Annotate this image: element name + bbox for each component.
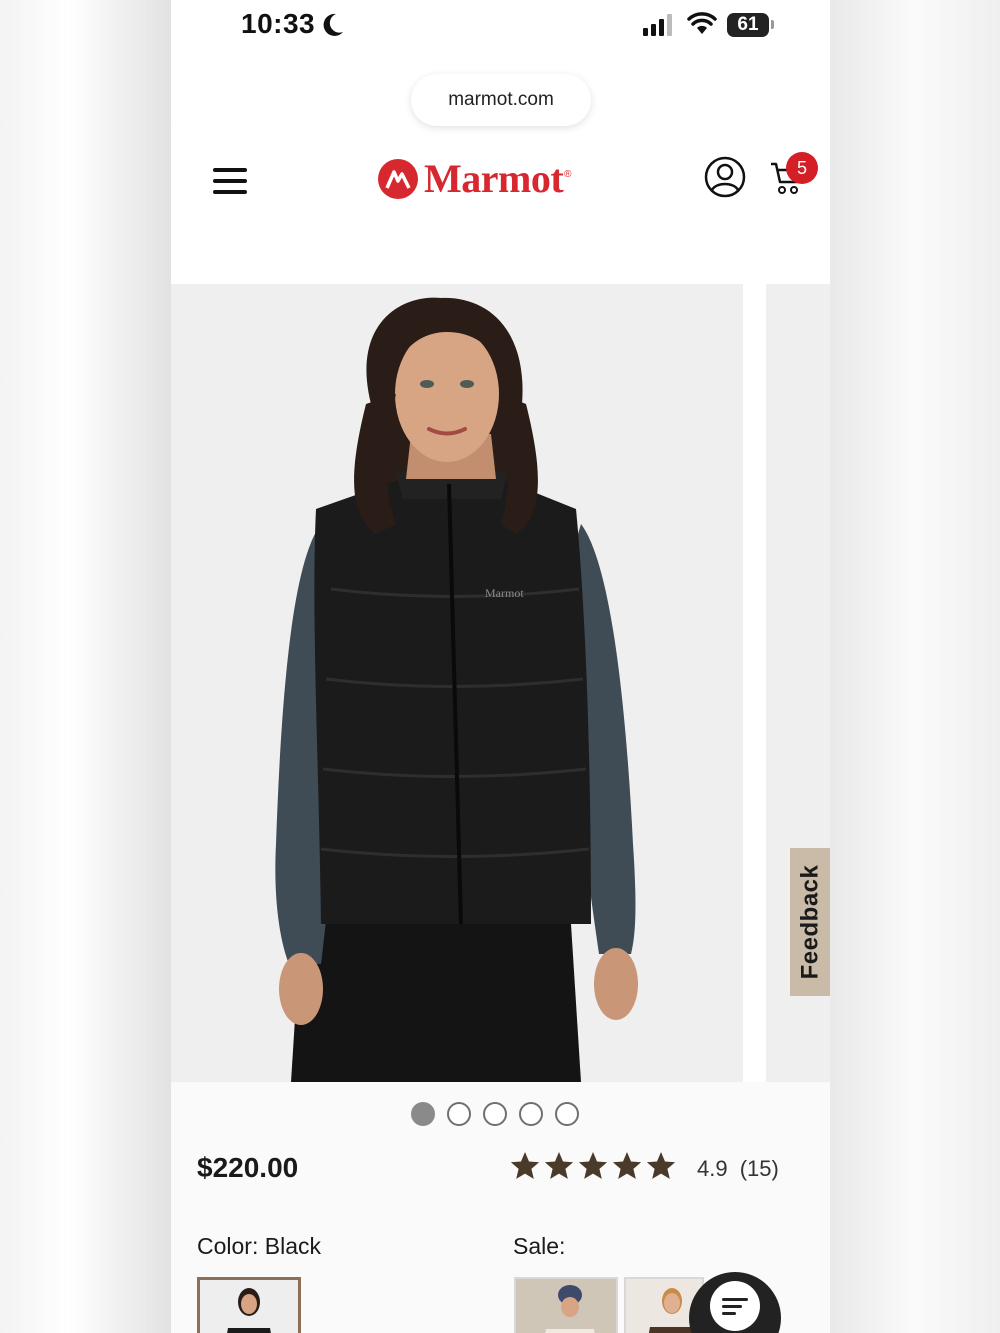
review-count: (15) bbox=[739, 1156, 779, 1181]
phone-screen: 10:33 61 marmot.com Marmot ® 5 Marmot Fe… bbox=[171, 0, 830, 1333]
moon-icon bbox=[323, 13, 343, 36]
product-photo: Marmot bbox=[171, 284, 743, 1082]
star-icon bbox=[578, 1152, 608, 1179]
status-time: 10:33 bbox=[241, 8, 316, 39]
background-left bbox=[0, 0, 171, 1333]
carousel-dot-3[interactable] bbox=[483, 1102, 507, 1126]
marmot-mark-icon bbox=[378, 158, 418, 199]
star-icon bbox=[510, 1152, 540, 1179]
product-image[interactable]: Marmot bbox=[171, 284, 743, 1082]
feedback-label: Feedback bbox=[796, 864, 823, 980]
sale-label: Sale: bbox=[513, 1233, 566, 1259]
carousel-dot-5[interactable] bbox=[555, 1102, 579, 1126]
carousel-dot-2[interactable] bbox=[447, 1102, 471, 1126]
wifi-icon bbox=[687, 12, 717, 34]
feedback-tab[interactable]: Feedback bbox=[790, 848, 830, 996]
star-rating[interactable] bbox=[509, 1150, 677, 1182]
battery-icon: 61 bbox=[727, 13, 769, 37]
sale-swatch-1[interactable] bbox=[514, 1277, 618, 1333]
carousel-dot-4[interactable] bbox=[519, 1102, 543, 1126]
registered-mark: ® bbox=[564, 169, 572, 180]
carousel-dot-1[interactable] bbox=[411, 1102, 435, 1126]
color-swatch-black[interactable] bbox=[197, 1277, 301, 1333]
signal-icon bbox=[643, 14, 672, 36]
rating-value: 4.9 bbox=[697, 1156, 728, 1181]
vest-logo-text: Marmot bbox=[485, 586, 524, 600]
address-bar[interactable]: marmot.com bbox=[411, 74, 591, 126]
brand-name: Marmot bbox=[424, 156, 564, 201]
menu-icon[interactable] bbox=[213, 167, 247, 195]
carousel-dots bbox=[411, 1102, 579, 1126]
background-right bbox=[830, 0, 1000, 1333]
brand-logo[interactable]: Marmot ® bbox=[378, 155, 572, 202]
chat-icon bbox=[710, 1281, 760, 1331]
product-price: $220.00 bbox=[197, 1152, 299, 1183]
star-icon bbox=[612, 1152, 642, 1179]
account-icon[interactable] bbox=[704, 156, 746, 198]
battery-tip bbox=[771, 20, 774, 29]
star-icon bbox=[544, 1152, 574, 1179]
cart-count-badge: 5 bbox=[786, 152, 818, 184]
rating-summary[interactable]: 4.9 (15) bbox=[697, 1156, 779, 1182]
address-bar-url: marmot.com bbox=[448, 89, 554, 110]
star-icon bbox=[646, 1152, 676, 1179]
color-label: Color: Black bbox=[197, 1233, 321, 1259]
